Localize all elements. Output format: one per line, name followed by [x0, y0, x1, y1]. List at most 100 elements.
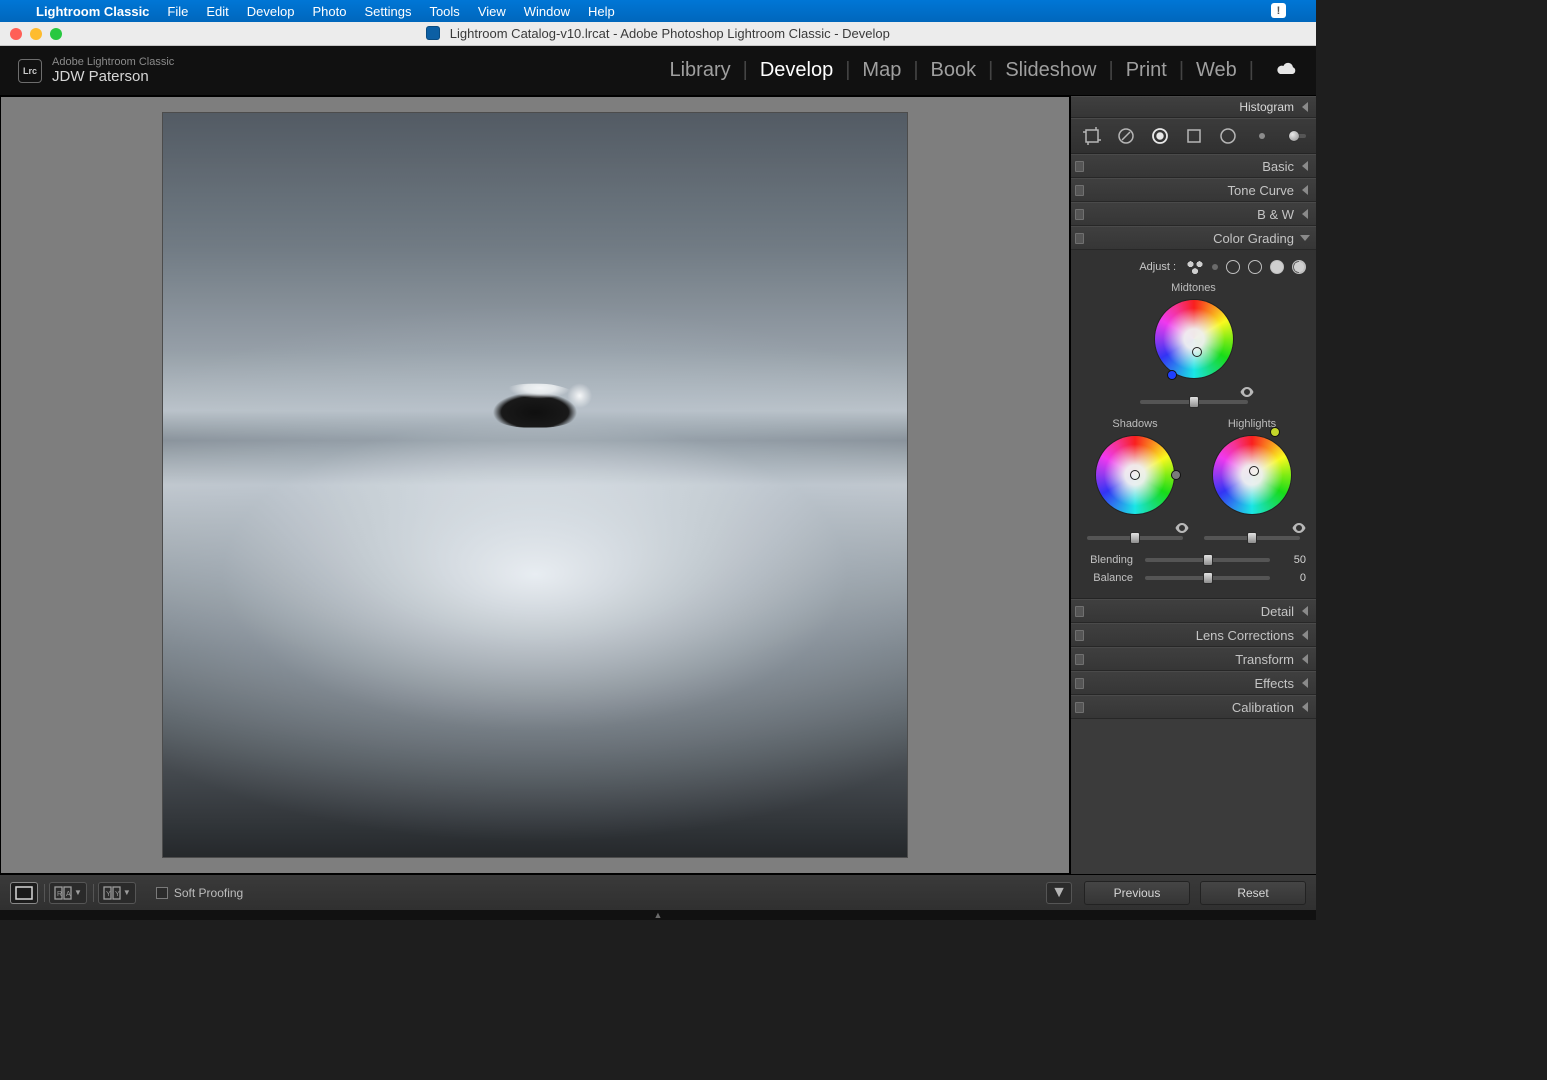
lrc-logo-icon: Lrc: [18, 59, 42, 83]
panel-collapse-icon: [1302, 209, 1308, 219]
cg-shadows-luminance-slider[interactable]: [1087, 536, 1183, 540]
menu-tools[interactable]: Tools: [429, 4, 459, 19]
cg-blending-slider[interactable]: [1145, 558, 1270, 562]
panel-switch-icon[interactable]: [1075, 209, 1084, 220]
panel-collapse-icon: [1302, 185, 1308, 195]
color-grading-panel: Adjust : Midtones: [1071, 250, 1316, 599]
cg-midtones-wheel[interactable]: [1155, 300, 1233, 378]
cg-highlights-luminance-slider[interactable]: [1204, 536, 1300, 540]
menu-file[interactable]: File: [167, 4, 188, 19]
panel-transform[interactable]: Transform: [1071, 647, 1316, 671]
graduated-filter-icon[interactable]: [1183, 125, 1205, 147]
module-book[interactable]: Book: [931, 59, 977, 82]
cg-blending-label: Blending: [1081, 554, 1133, 566]
identity-plate-name: JDW Paterson: [52, 68, 174, 85]
before-after-tb-button[interactable]: Y Y ▼: [98, 882, 136, 904]
cg-midtones-luminance-slider[interactable]: [1140, 400, 1248, 404]
develop-tool-strip: [1071, 118, 1316, 154]
window-title: Lightroom Catalog-v10.lrcat - Adobe Phot…: [450, 26, 890, 41]
filmstrip-expand-icon[interactable]: ▲: [0, 910, 1316, 920]
panel-histogram[interactable]: Histogram: [1071, 96, 1316, 118]
panel-color-grading[interactable]: Color Grading: [1071, 226, 1316, 250]
loupe-view-button[interactable]: [10, 882, 38, 904]
red-eye-icon[interactable]: [1149, 125, 1171, 147]
cg-view-three-way-icon[interactable]: [1186, 260, 1204, 274]
eye-icon[interactable]: [1240, 386, 1254, 400]
module-library[interactable]: Library: [669, 59, 730, 82]
cg-shadows-wheel[interactable]: [1096, 436, 1174, 514]
panel-basic[interactable]: Basic: [1071, 154, 1316, 178]
panel-basic-label: Basic: [1262, 159, 1294, 174]
cg-blending-value[interactable]: 50: [1282, 554, 1306, 566]
panel-detail-label: Detail: [1261, 604, 1294, 619]
panel-transform-label: Transform: [1235, 652, 1294, 667]
panel-switch-icon[interactable]: [1075, 233, 1084, 244]
panel-collapse-icon: [1302, 102, 1308, 112]
cg-shadows-label: Shadows: [1081, 418, 1189, 430]
loupe-view[interactable]: [0, 96, 1070, 874]
panel-tone-curve-label: Tone Curve: [1228, 183, 1294, 198]
panel-tone-curve[interactable]: Tone Curve: [1071, 178, 1316, 202]
panel-lens-corrections[interactable]: Lens Corrections: [1071, 623, 1316, 647]
checkbox-icon[interactable]: [156, 887, 168, 899]
module-print[interactable]: Print: [1126, 59, 1167, 82]
module-develop[interactable]: Develop: [760, 59, 833, 82]
panel-switch-icon[interactable]: [1075, 161, 1084, 172]
panel-switch-icon[interactable]: [1075, 185, 1084, 196]
panel-switch-icon[interactable]: [1075, 654, 1084, 665]
cg-highlights-wheel[interactable]: [1213, 436, 1291, 514]
panel-collapse-icon: [1302, 606, 1308, 616]
eye-icon[interactable]: [1292, 522, 1306, 536]
product-line: Adobe Lightroom Classic: [52, 56, 174, 68]
cg-view-highlights-icon[interactable]: [1270, 260, 1284, 274]
radial-filter-icon[interactable]: [1217, 125, 1239, 147]
panel-switch-icon[interactable]: [1075, 702, 1084, 713]
menu-settings[interactable]: Settings: [364, 4, 411, 19]
menu-help[interactable]: Help: [588, 4, 615, 19]
toolbar-separator: [93, 884, 94, 902]
cg-view-midtones-icon[interactable]: [1248, 260, 1262, 274]
panel-switch-icon[interactable]: [1075, 630, 1084, 641]
mask-amount-slider[interactable]: [1289, 134, 1306, 138]
cg-adjust-label: Adjust :: [1139, 261, 1176, 273]
cg-balance-slider[interactable]: [1145, 576, 1270, 580]
panel-switch-icon[interactable]: [1075, 606, 1084, 617]
module-slideshow[interactable]: Slideshow: [1005, 59, 1096, 82]
panel-expand-icon: [1300, 235, 1310, 241]
soft-proofing-toggle[interactable]: Soft Proofing: [156, 886, 243, 900]
panel-bw-label: B & W: [1257, 207, 1294, 222]
window-titlebar: Lightroom Catalog-v10.lrcat - Adobe Phot…: [0, 22, 1316, 46]
panel-switch-icon[interactable]: [1075, 678, 1084, 689]
adjustment-brush-icon[interactable]: [1251, 125, 1273, 147]
previous-button[interactable]: Previous: [1084, 881, 1190, 905]
notification-badge-icon[interactable]: !: [1271, 3, 1286, 18]
crop-tool-icon[interactable]: [1081, 125, 1103, 147]
panel-color-grading-label: Color Grading: [1213, 231, 1294, 246]
sync-cloud-icon[interactable]: [1276, 59, 1298, 82]
panel-detail[interactable]: Detail: [1071, 599, 1316, 623]
eye-icon[interactable]: [1175, 522, 1189, 536]
toolbar-options-button[interactable]: ▼: [1046, 882, 1072, 904]
cg-view-shadows-icon[interactable]: [1226, 260, 1240, 274]
module-web[interactable]: Web: [1196, 59, 1237, 82]
spot-removal-icon[interactable]: [1115, 125, 1137, 147]
module-picker-bar: Lrc Adobe Lightroom Classic JDW Paterson…: [0, 46, 1316, 96]
menu-view[interactable]: View: [478, 4, 506, 19]
panel-bw[interactable]: B & W: [1071, 202, 1316, 226]
mac-menu-bar: Lightroom Classic File Edit Develop Phot…: [0, 0, 1316, 22]
menu-photo[interactable]: Photo: [312, 4, 346, 19]
module-map[interactable]: Map: [862, 59, 901, 82]
cg-view-global-icon[interactable]: [1292, 260, 1306, 274]
cg-balance-value[interactable]: 0: [1282, 572, 1306, 584]
app-menu[interactable]: Lightroom Classic: [36, 4, 149, 19]
menu-edit[interactable]: Edit: [206, 4, 228, 19]
reset-button[interactable]: Reset: [1200, 881, 1306, 905]
develop-toolbar: R A ▼ Y Y ▼ Soft Proofing ▼ Previ: [0, 874, 1316, 910]
menu-develop[interactable]: Develop: [247, 4, 295, 19]
svg-text:R: R: [57, 891, 62, 898]
panel-effects[interactable]: Effects: [1071, 671, 1316, 695]
before-after-lr-button[interactable]: R A ▼: [49, 882, 87, 904]
panel-collapse-icon: [1302, 678, 1308, 688]
panel-calibration[interactable]: Calibration: [1071, 695, 1316, 719]
menu-window[interactable]: Window: [524, 4, 570, 19]
